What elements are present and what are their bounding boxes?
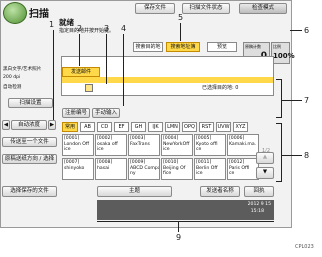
density-lighter-button[interactable]: ◀ (2, 120, 10, 130)
scanner-title: 扫描 (29, 9, 49, 20)
destination-name: shinyoko (64, 165, 85, 171)
destination-card[interactable]: [0010] Beijing Of fice (161, 158, 193, 180)
send-one-file-button[interactable]: 传送至一个文件 (2, 137, 57, 147)
sender-name-button[interactable]: 发送者名称 (200, 186, 240, 197)
subject-button[interactable]: 主题 (97, 186, 172, 197)
index-tab-uvw[interactable]: UVW (216, 122, 231, 132)
scan-settings-button[interactable]: 扫描设置 (8, 98, 53, 108)
callout-8: 8 (304, 151, 310, 160)
original-feed-orientation-button[interactable]: 原稿送纸方向 / 选择 (2, 154, 57, 164)
callout-8-bracket-bottom (276, 181, 282, 182)
callout-3: 3 (104, 24, 110, 33)
index-tab-frequent[interactable]: 常用 (62, 122, 78, 132)
status-date: 2012 9 15 (247, 202, 271, 207)
scanner-icon (3, 2, 27, 24)
page-up-button[interactable]: ▲ (256, 152, 274, 164)
destination-name: fice (163, 171, 172, 177)
index-tab-cd[interactable]: CD (97, 122, 112, 132)
callout-7: 7 (304, 96, 310, 105)
scan-info-2: 200 dpi (3, 75, 21, 80)
callout-9-bracket (97, 221, 274, 222)
tab-search-destination[interactable]: 搜索目的地 (133, 42, 163, 52)
previous-destination-icon (85, 84, 93, 92)
destination-name: ice (196, 171, 203, 177)
tab-preview[interactable]: 预览 (207, 42, 237, 52)
callout-8-line (281, 123, 282, 181)
callout-7-bracket-top (276, 79, 282, 80)
return-receipt-button[interactable]: 回执 (244, 186, 274, 197)
destination-card[interactable]: [0006] Kamaki.ma. (227, 134, 259, 156)
scan-file-status-button[interactable]: 扫描文件状态 (182, 3, 230, 14)
callout-4: 4 (121, 24, 127, 33)
callout-7-bracket-bottom (276, 117, 282, 118)
callout-5-line (180, 23, 181, 41)
destination-name: ce (229, 171, 235, 177)
send-email-tab[interactable]: 发送邮件 (62, 67, 100, 77)
callout-7-link (281, 100, 302, 101)
destination-card[interactable]: [0007] shinyoko (62, 158, 94, 180)
save-file-button[interactable]: 保存文件 (135, 3, 175, 14)
callout-6: 6 (304, 26, 310, 35)
destination-name: ice (64, 147, 71, 153)
manual-input-button[interactable]: 手动输入 (92, 108, 120, 118)
index-tab-opq[interactable]: OPQ (182, 122, 197, 132)
destination-name: ice (163, 147, 170, 153)
callout-8-bracket-top (276, 123, 282, 124)
index-tab-ef[interactable]: EF (114, 122, 129, 132)
destination-card[interactable]: [0009] ABCD Compa ny (128, 158, 160, 180)
destination-card[interactable]: [0011] Berlin Off ice (194, 158, 226, 180)
selected-count-label: 已选择目的地: 0 (202, 85, 239, 91)
callout-3-line (106, 34, 107, 84)
callout-6-line (290, 30, 302, 31)
destination-name: ce (196, 147, 202, 153)
destination-card[interactable]: [0002] osaka off ice (95, 134, 127, 156)
destination-card[interactable]: [0012] Paris Offi ce (227, 158, 259, 180)
select-stored-file-button[interactable]: 选择保存的文件 (2, 186, 57, 197)
status-time: 15:18 (250, 209, 264, 214)
destination-name: ice (97, 147, 104, 153)
destination-card[interactable]: [0008] hasai (95, 158, 127, 180)
destination-field-bar (62, 77, 273, 83)
index-tab-ijk[interactable]: IJK (148, 122, 163, 132)
destination-card[interactable]: [0001] London Off ice (62, 134, 94, 156)
callout-4-line (123, 34, 124, 106)
callout-9: 9 (176, 233, 182, 242)
index-tab-xyz[interactable]: XYZ (233, 122, 248, 132)
page-down-button[interactable]: ▼ (256, 167, 274, 179)
ratio-value: 100% (273, 52, 295, 60)
destination-card[interactable]: [0004] NewYorkOff ice (161, 134, 193, 156)
callout-7-line (281, 79, 282, 117)
callout-1: 1 (49, 20, 55, 29)
destination-name: hasai (97, 165, 110, 171)
callout-5: 5 (178, 13, 184, 22)
callout-1-line (53, 30, 54, 120)
callout-2: 2 (77, 24, 83, 33)
callout-2-line (79, 34, 80, 66)
status-bar: 2012 9 15 15:18 (97, 200, 274, 220)
destination-card[interactable]: [0005] Kyoto offi ce (194, 134, 226, 156)
index-tab-lmn[interactable]: LMN (165, 122, 180, 132)
figure-code: CPL023 (295, 244, 314, 250)
index-tab-ab[interactable]: AB (80, 122, 95, 132)
scan-info-3: 自动检测 (3, 85, 22, 90)
scan-info-1: 黑白文字/艺术照片 (3, 67, 42, 72)
originals-label: 原稿计数 (245, 44, 261, 49)
destination-name: ny (130, 171, 136, 177)
check-mode-button[interactable]: 检查模式 (239, 3, 287, 14)
density-darker-button[interactable]: ▶ (48, 120, 56, 130)
destination-card[interactable]: [0003] FaxTrans (128, 134, 160, 156)
callout-9-line (178, 221, 179, 232)
callout-8-link (281, 155, 302, 156)
index-tab-rst[interactable]: RST (199, 122, 214, 132)
index-tab-gh[interactable]: GH (131, 122, 146, 132)
destination-name: Kamaki.ma. (229, 141, 257, 147)
destination-name: FaxTrans (130, 141, 150, 147)
ratio-label: 比例 (273, 44, 281, 49)
tab-search-address-book[interactable]: 搜索地址簿 (166, 42, 200, 52)
register-number-button[interactable]: 注册编号 (62, 108, 90, 118)
auto-density-button[interactable]: 自动浓度 (11, 120, 47, 130)
